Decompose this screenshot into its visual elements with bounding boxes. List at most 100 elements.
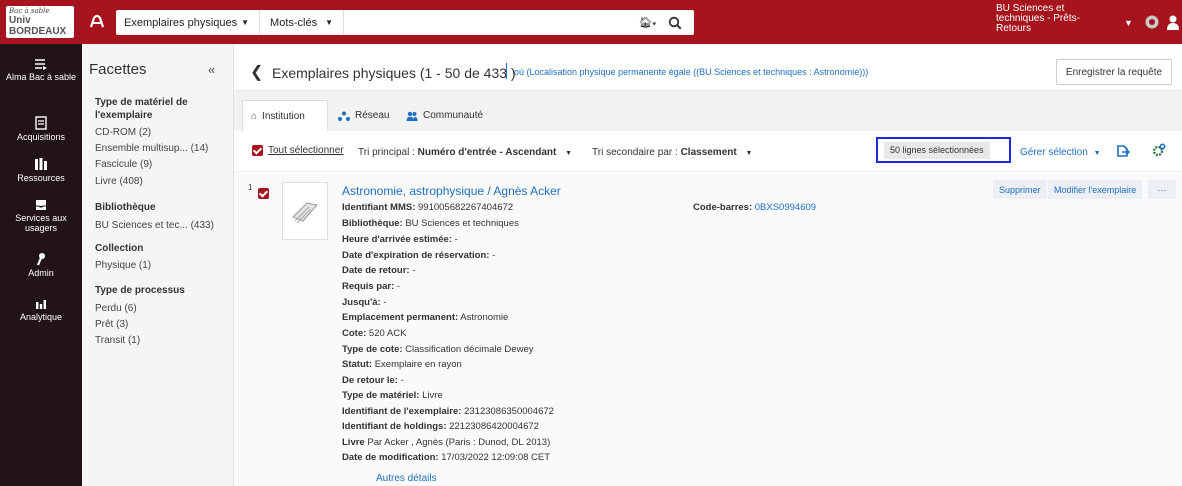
field-value: Astronomie — [458, 312, 509, 323]
search-field-select[interactable]: Mots-clés ▼ — [260, 10, 345, 35]
item-field: Identifiant MMS: 991005682267404672 — [342, 202, 513, 214]
field-value: - — [380, 297, 387, 308]
university-logo[interactable]: Bac à sable Univ BORDEAUX — [6, 6, 74, 38]
facet-value[interactable]: Transit (1) — [95, 335, 230, 346]
tab-label: Institution — [262, 110, 305, 122]
home-search-options-icon[interactable]: 🏠︎▾ — [639, 16, 656, 29]
nav-item-alma-sandbox[interactable]: Alma Bac à sable — [0, 58, 82, 82]
more-details-link[interactable]: Autres détails — [376, 473, 437, 484]
item-thumbnail — [282, 182, 328, 240]
settings-gear-icon[interactable] — [1152, 143, 1166, 157]
item-field: Date de retour: - — [342, 265, 415, 277]
tab-community[interactable]: Communauté — [398, 100, 491, 131]
field-label: Type de matériel: — [342, 390, 420, 401]
export-icon[interactable] — [1116, 144, 1130, 158]
item-field: Statut: Exemplaire en rayon — [342, 359, 462, 371]
row-select-checkbox[interactable] — [258, 188, 269, 199]
tasks-icon[interactable] — [1144, 14, 1160, 30]
edit-item-button[interactable]: Modifier l'exemplaire — [1048, 180, 1143, 199]
search-icon[interactable] — [668, 16, 682, 30]
inbox-icon — [36, 200, 46, 210]
field-value: 520 ACK — [366, 328, 407, 339]
item-field: Jusqu'à: - — [342, 297, 387, 309]
nav-item-resources[interactable]: Ressources — [0, 157, 82, 183]
collapse-facets-button[interactable]: « — [208, 62, 215, 77]
facets-title: Facettes — [89, 61, 147, 78]
primary-sort-value: Numéro d'entrée - Ascendant — [417, 147, 557, 158]
search-input[interactable] — [344, 11, 639, 34]
field-value: Exemplaire en rayon — [372, 359, 462, 370]
item-field: Date de modification: 17/03/2022 12:09:0… — [342, 452, 550, 464]
bar-chart-icon — [36, 300, 46, 309]
community-icon — [406, 111, 418, 121]
tab-institution[interactable]: ⌂ Institution — [242, 100, 328, 131]
nav-item-analytics[interactable]: Analytique — [0, 298, 82, 322]
secondary-sort-value: Classement — [680, 147, 737, 158]
facet-value[interactable]: Livre (408) — [95, 176, 230, 187]
item-field: Livre Par Acker , Agnès (Paris : Dunod, … — [342, 437, 550, 449]
facet-value[interactable]: Fascicule (9) — [95, 159, 230, 170]
field-label: Bibliothèque: — [342, 218, 403, 229]
search-scope-select[interactable]: Exemplaires physiques ▼ — [116, 10, 261, 35]
facet-value[interactable]: Perdu (6) — [95, 303, 230, 314]
field-value: Livre — [419, 390, 443, 401]
title-separator — [506, 63, 507, 79]
field-value: - — [397, 375, 404, 386]
item-field: Type de matériel: Livre — [342, 390, 443, 402]
secondary-sort-label: Tri secondaire par : — [592, 147, 678, 158]
nav-item-label: Acquisitions — [16, 132, 66, 142]
facet-value[interactable]: Ensemble multisup... (14) — [95, 143, 230, 154]
top-bar: Bac à sable Univ BORDEAUX Exemplaires ph… — [0, 0, 1182, 44]
field-label: Date de retour: — [342, 265, 410, 276]
facet-group-title: Bibliothèque — [95, 202, 156, 213]
item-title-link[interactable]: Astronomie, astrophysique / Agnès Acker — [342, 184, 561, 198]
tab-network[interactable]: Réseau — [330, 100, 397, 131]
alma-logo-icon[interactable] — [88, 12, 106, 30]
user-location-menu[interactable]: BU Sciences et techniques - Prêts-Retour… — [996, 4, 1179, 40]
selected-count-badge: 50 lignes sélectionnées — [884, 142, 990, 159]
facets-panel: Facettes « Type de matériel de l'exempla… — [82, 44, 234, 486]
item-field: Type de cote: Classification décimale De… — [342, 344, 533, 356]
wrench-icon — [36, 253, 45, 266]
facet-value[interactable]: CD-ROM (2) — [95, 127, 230, 138]
item-field: Bibliothèque: BU Sciences et techniques — [342, 218, 519, 230]
field-label: Type de cote: — [342, 344, 403, 355]
caret-down-icon: ▼ — [1093, 150, 1101, 157]
field-value: BU Sciences et techniques — [402, 218, 519, 229]
caret-down-icon: ▼ — [241, 18, 250, 27]
barcode-link[interactable]: 0BXS0994609 — [755, 202, 816, 213]
primary-sort-dropdown[interactable]: Tri principal : Numéro d'entrée - Ascend… — [358, 147, 572, 158]
delete-button[interactable]: Supprimer — [993, 180, 1047, 199]
manage-selection-dropdown[interactable]: Gérer sélection ▼ — [1020, 147, 1101, 158]
tab-label: Réseau — [355, 110, 390, 121]
field-value: 23123086350004672 — [461, 406, 554, 417]
books-icon — [35, 158, 47, 170]
secondary-sort-dropdown[interactable]: Tri secondaire par : Classement ▼ — [592, 147, 752, 158]
select-all[interactable]: Tout sélectionner — [252, 145, 344, 156]
select-all-checkbox[interactable] — [252, 145, 263, 156]
arrow-menu-icon — [35, 59, 47, 70]
item-field: Identifiant de l'exemplaire: 23123086350… — [342, 406, 554, 418]
more-actions-button[interactable]: ··· — [1148, 180, 1176, 199]
field-label: Identifiant MMS: — [342, 202, 416, 213]
field-label: Jusqu'à: — [342, 297, 381, 308]
user-icon[interactable] — [1166, 14, 1180, 30]
field-label: Emplacement permanent: — [342, 312, 459, 323]
row-number: 1 — [248, 183, 253, 192]
search-condition-link[interactable]: où (Localisation physique permanente éga… — [514, 67, 868, 77]
nav-item-acquisitions[interactable]: Acquisitions — [0, 116, 82, 142]
facet-value[interactable]: Prêt (3) — [95, 319, 230, 330]
nav-item-label: Ressources — [17, 173, 65, 183]
manage-selection-label: Gérer sélection — [1020, 147, 1088, 158]
main-menu: Alma Bac à sable Acquisitions Ressources… — [0, 44, 82, 486]
back-chevron-icon[interactable]: ❮ — [250, 62, 263, 82]
field-value: - — [489, 250, 496, 261]
save-query-button[interactable]: Enregistrer la requête — [1056, 59, 1172, 85]
field-label: Code-barres: — [693, 202, 753, 213]
nav-item-user-services[interactable]: Services aux usagers — [0, 199, 82, 233]
home-icon: ⌂ — [251, 110, 258, 122]
facet-value[interactable]: BU Sciences et tec... (433) — [95, 220, 230, 231]
nav-item-admin[interactable]: Admin — [0, 252, 82, 278]
field-label: Requis par: — [342, 281, 395, 292]
facet-value[interactable]: Physique (1) — [95, 260, 230, 271]
